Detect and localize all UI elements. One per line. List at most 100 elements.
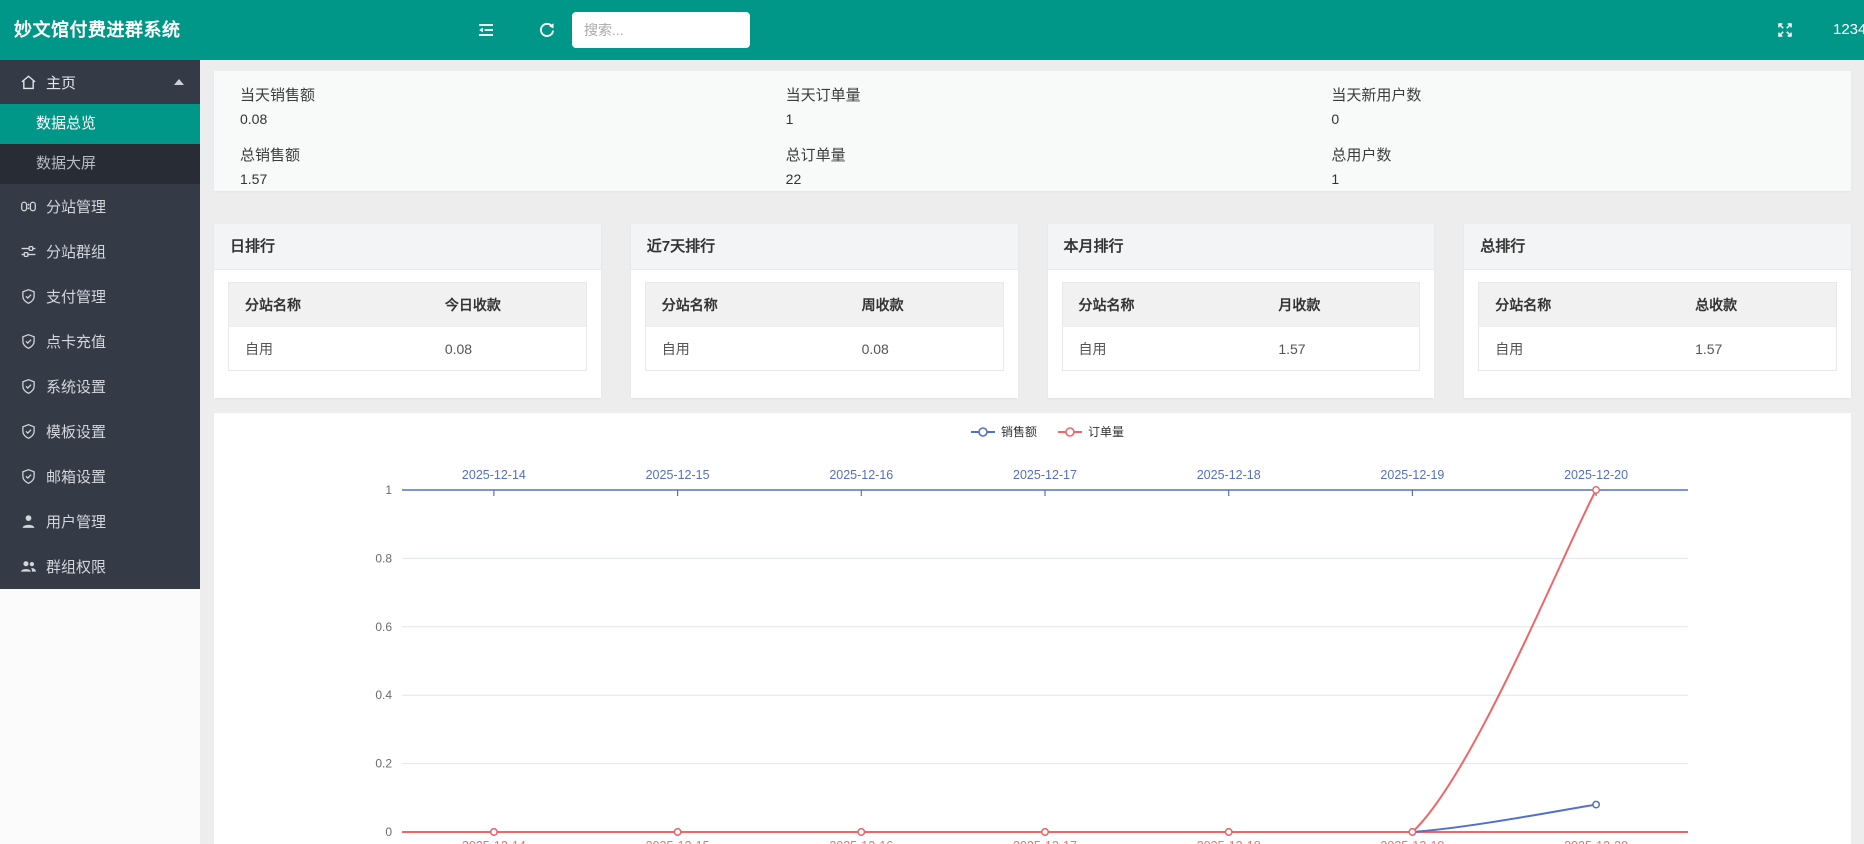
svg-text:2025-12-16: 2025-12-16: [829, 839, 893, 844]
svg-text:2025-12-15: 2025-12-15: [646, 468, 710, 482]
collapse-menu-icon[interactable]: [477, 21, 495, 39]
svg-text:0.8: 0.8: [375, 551, 392, 565]
sidebar-item-group-permissions[interactable]: 群组权限: [0, 544, 200, 589]
sidebar-item-home[interactable]: 主页: [0, 60, 200, 104]
total-ranking-table: 分站名称 总收款 自用 1.57: [1478, 282, 1837, 371]
home-icon: [20, 74, 37, 91]
sidebar-item-substation-groups[interactable]: 分站群组: [0, 229, 200, 274]
rank-name-header: 分站名称: [229, 283, 429, 327]
sidebar-item-payment-manage[interactable]: 支付管理: [0, 274, 200, 319]
current-username[interactable]: 12345: [1833, 0, 1864, 60]
card-title: 本月排行: [1048, 224, 1435, 270]
sidebar-item-template-settings[interactable]: 模板设置: [0, 409, 200, 454]
stat-total-sales: 总销售额 1.57: [214, 131, 760, 191]
monthly-ranking-card: 本月排行 分站名称 月收款 自用 1.57: [1048, 224, 1435, 398]
table-row[interactable]: 自用 1.57: [1062, 327, 1420, 371]
component-icon: [20, 198, 37, 215]
home-submenu: 数据总览 数据大屏: [0, 104, 200, 184]
shield-check-icon: [20, 333, 37, 350]
rank-value-cell: 0.08: [846, 327, 1003, 371]
user-icon: [20, 513, 37, 530]
users-icon: [20, 558, 37, 575]
sidebar-item-user-manage[interactable]: 用户管理: [0, 499, 200, 544]
table-row[interactable]: 自用 0.08: [645, 327, 1003, 371]
svg-text:2025-12-18: 2025-12-18: [1197, 468, 1261, 482]
line-circle-marker-icon: [970, 426, 996, 438]
stat-total-users: 总用户数 1: [1305, 131, 1851, 191]
sidebar-empty-area: [0, 589, 200, 844]
sidebar-item-card-recharge[interactable]: 点卡充值: [0, 319, 200, 364]
rank-name-header: 分站名称: [1062, 283, 1262, 327]
sidebar-item-data-overview[interactable]: 数据总览: [0, 104, 200, 144]
sales-orders-chart-panel: 0 0.2 0.4 0.6 0.8 1 2025-12-14 2025-12-15 2025-1…: [214, 413, 1851, 844]
sidebar-nav: 主页 数据总览 数据大屏 分站管理: [0, 60, 200, 589]
shield-check-icon: [20, 378, 37, 395]
sidebar-item-system-settings[interactable]: 系统设置: [0, 364, 200, 409]
card-title: 近7天排行: [631, 224, 1018, 270]
daily-ranking-table: 分站名称 今日收款 自用 0.08: [228, 282, 587, 371]
svg-text:2025-12-20: 2025-12-20: [1564, 468, 1628, 482]
svg-text:1: 1: [385, 483, 392, 497]
sidebar-item-substation-manage[interactable]: 分站管理: [0, 184, 200, 229]
svg-text:2025-12-20: 2025-12-20: [1564, 839, 1628, 844]
svg-text:0: 0: [385, 825, 392, 839]
rank-value-cell: 1.57: [1679, 327, 1836, 371]
legend-item-sales[interactable]: 销售额: [970, 423, 1037, 440]
rank-name-cell: 自用: [1062, 327, 1262, 371]
weekly-ranking-table: 分站名称 周收款 自用 0.08: [645, 282, 1004, 371]
total-ranking-card: 总排行 分站名称 总收款 自用 1.57: [1464, 224, 1851, 398]
shield-check-icon: [20, 468, 37, 485]
card-title: 总排行: [1464, 224, 1851, 270]
svg-text:2025-12-14: 2025-12-14: [462, 468, 526, 482]
svg-text:2025-12-19: 2025-12-19: [1380, 839, 1444, 844]
stat-today-new-users: 当天新用户数 0: [1305, 71, 1851, 131]
weekly-ranking-card: 近7天排行 分站名称 周收款 自用 0.08: [631, 224, 1018, 398]
chart-legend: 销售额 订单量: [970, 423, 1124, 440]
sidebar-item-label: 主页: [46, 72, 76, 93]
stat-today-sales: 当天销售额 0.08: [214, 71, 760, 131]
line-circle-marker-icon: [1057, 426, 1083, 438]
svg-text:2025-12-16: 2025-12-16: [829, 468, 893, 482]
svg-text:2025-12-18: 2025-12-18: [1197, 839, 1261, 844]
svg-text:2025-12-19: 2025-12-19: [1380, 468, 1444, 482]
daily-ranking-card: 日排行 分站名称 今日收款 自用 0.08: [214, 224, 601, 398]
rank-value-cell: 1.57: [1262, 327, 1419, 371]
rank-name-cell: 自用: [645, 327, 845, 371]
rank-value-header: 总收款: [1679, 283, 1836, 327]
svg-text:2025-12-17: 2025-12-17: [1013, 468, 1077, 482]
legend-item-orders[interactable]: 订单量: [1057, 423, 1124, 440]
admin-dashboard: { "header": { "title": "妙文馆付费进群系统", "sea…: [0, 0, 1864, 844]
svg-text:0.6: 0.6: [375, 620, 392, 634]
svg-text:2025-12-17: 2025-12-17: [1013, 839, 1077, 844]
stats-summary-panel: 当天销售额 0.08 当天订单量 1 当天新用户数 0 总销售额 1.57 总订…: [214, 71, 1851, 191]
svg-text:0.2: 0.2: [375, 757, 392, 771]
card-title: 日排行: [214, 224, 601, 270]
top-header-bar: 妙文馆付费进群系统 12345: [0, 0, 1864, 60]
shield-check-icon: [20, 423, 37, 440]
fullscreen-icon[interactable]: [1776, 21, 1794, 39]
shield-check-icon: [20, 288, 37, 305]
chevron-up-icon: [174, 79, 184, 85]
sidebar-item-data-screen[interactable]: 数据大屏: [0, 144, 200, 184]
search-input[interactable]: [572, 12, 750, 48]
table-row[interactable]: 自用 1.57: [1479, 327, 1837, 371]
sales-orders-chart[interactable]: 0 0.2 0.4 0.6 0.8 1 2025-12-14 2025-12-15 2025-1…: [214, 413, 1851, 844]
sidebar-item-email-settings[interactable]: 邮箱设置: [0, 454, 200, 499]
svg-text:0.4: 0.4: [375, 688, 392, 702]
stat-today-orders: 当天订单量 1: [760, 71, 1306, 131]
ranking-cards-row: 日排行 分站名称 今日收款 自用 0.08 近7天排行 分站名称 周收款: [214, 224, 1851, 398]
svg-text:2025-12-15: 2025-12-15: [646, 839, 710, 844]
stat-total-orders: 总订单量 22: [760, 131, 1306, 191]
search-box: [572, 12, 750, 48]
refresh-icon[interactable]: [538, 21, 556, 39]
sliders-icon: [20, 243, 37, 260]
rank-value-header: 今日收款: [429, 283, 586, 327]
rank-name-header: 分站名称: [1479, 283, 1679, 327]
rank-value-header: 月收款: [1262, 283, 1419, 327]
app-title: 妙文馆付费进群系统: [14, 0, 181, 60]
rank-value-cell: 0.08: [429, 327, 586, 371]
table-row[interactable]: 自用 0.08: [229, 327, 587, 371]
rank-name-cell: 自用: [1479, 327, 1679, 371]
rank-value-header: 周收款: [846, 283, 1003, 327]
monthly-ranking-table: 分站名称 月收款 自用 1.57: [1062, 282, 1421, 371]
